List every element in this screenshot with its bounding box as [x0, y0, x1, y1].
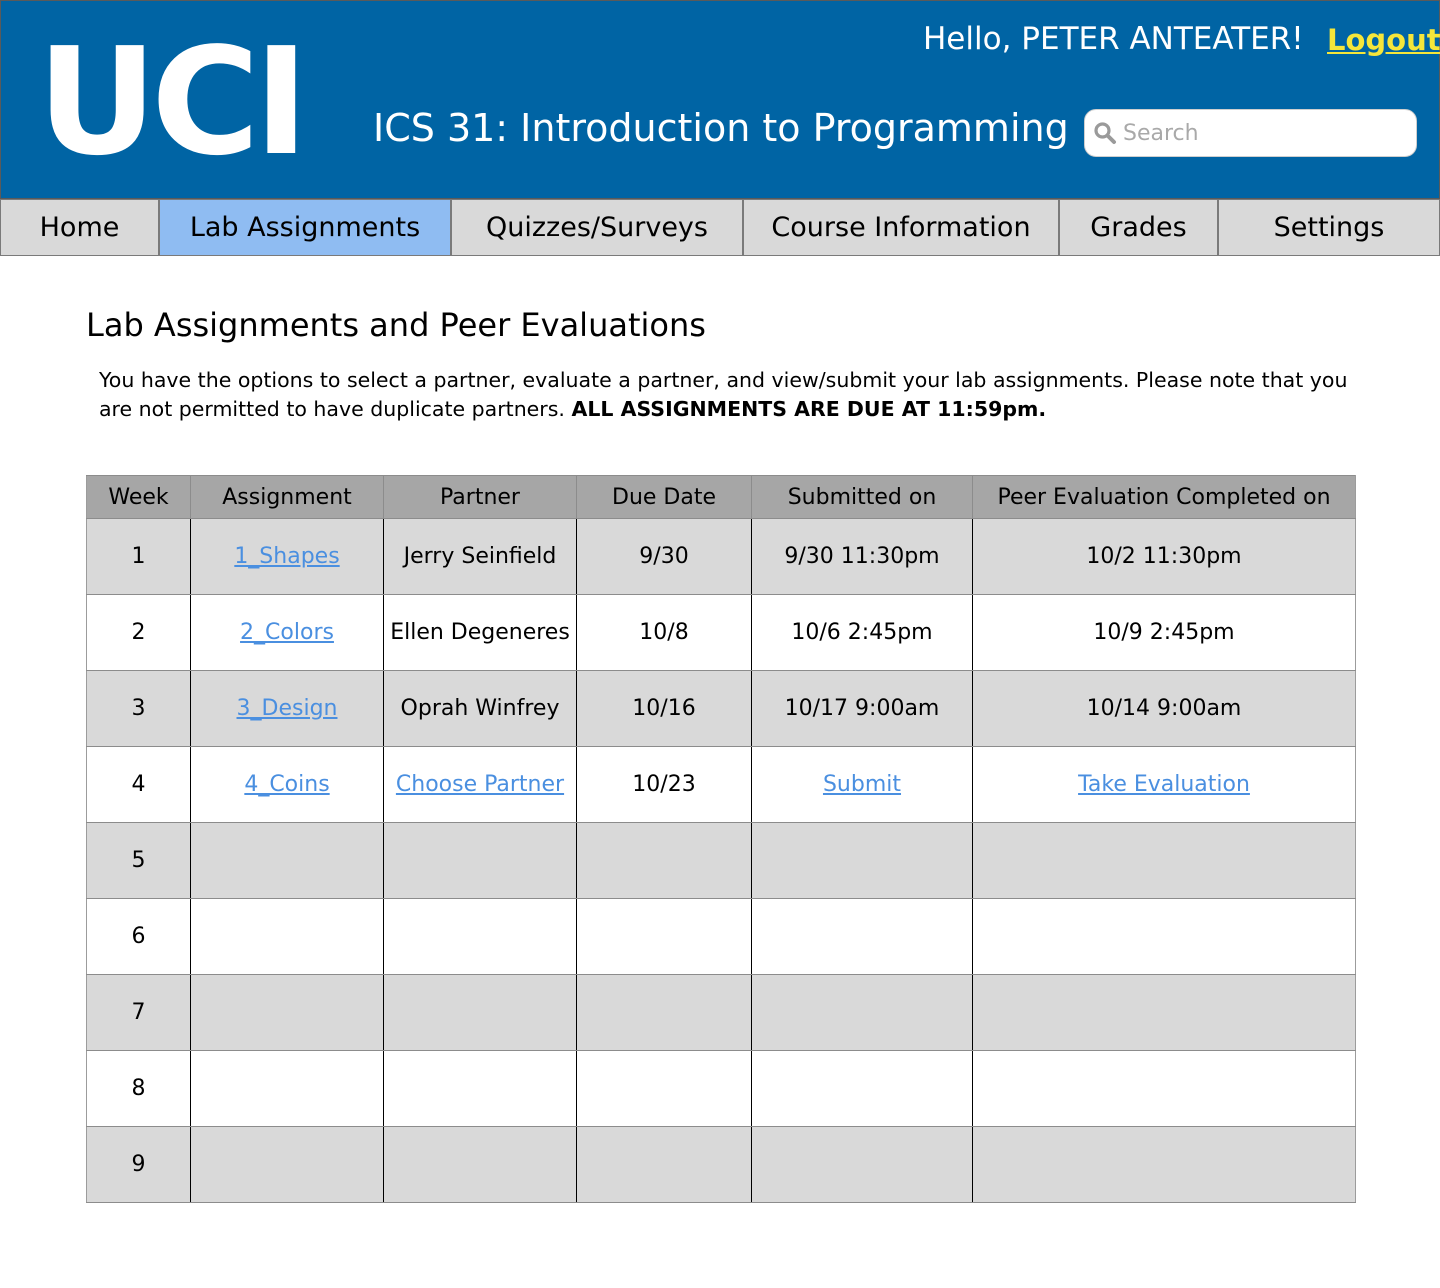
search-icon: [1093, 121, 1117, 145]
evaluation-cell: [972, 898, 1356, 975]
take-evaluation-link[interactable]: Take Evaluation: [1078, 772, 1250, 797]
table-row: 6: [86, 898, 1356, 975]
nav-home[interactable]: Home: [0, 199, 159, 256]
week-cell: 6: [86, 898, 191, 975]
table-row: 9: [86, 1126, 1356, 1203]
due-date-cell: 10/16: [576, 670, 752, 747]
nav-settings[interactable]: Settings: [1218, 199, 1440, 256]
submitted-cell: [751, 822, 973, 899]
site-header: UCI ICS 31: Introduction to Programming …: [0, 0, 1440, 199]
week-cell: 1: [86, 518, 191, 595]
evaluation-cell: [972, 1050, 1356, 1127]
intro-paragraph: You have the options to select a partner…: [99, 366, 1369, 424]
assignment-link[interactable]: 4_Coins: [244, 772, 329, 797]
submitted-cell: [751, 898, 973, 975]
table-row: 3 3_Design Oprah Winfrey 10/16 10/17 9:0…: [86, 670, 1356, 747]
week-cell: 8: [86, 1050, 191, 1127]
evaluation-cell: [972, 822, 1356, 899]
nav-quizzes-surveys[interactable]: Quizzes/Surveys: [451, 199, 743, 256]
partner-cell: [383, 898, 577, 975]
evaluation-cell: [972, 1126, 1356, 1203]
partner-cell: Choose Partner: [383, 746, 577, 823]
due-date-cell: [576, 974, 752, 1051]
submitted-cell: 9/30 11:30pm: [751, 518, 973, 595]
partner-cell: [383, 822, 577, 899]
table-row: 7: [86, 974, 1356, 1051]
partner-cell: Oprah Winfrey: [383, 670, 577, 747]
partner-cell: [383, 1126, 577, 1203]
table-row: 1 1_Shapes Jerry Seinfield 9/30 9/30 11:…: [86, 518, 1356, 595]
assignment-cell: [190, 1126, 384, 1203]
evaluation-cell: Take Evaluation: [972, 746, 1356, 823]
assignment-cell: 1_Shapes: [190, 518, 384, 595]
header-week: Week: [86, 475, 191, 519]
week-cell: 3: [86, 670, 191, 747]
search-box[interactable]: [1084, 109, 1417, 157]
assignment-cell: [190, 974, 384, 1051]
due-date-cell: [576, 822, 752, 899]
table-row: 5: [86, 822, 1356, 899]
nav-course-information[interactable]: Course Information: [743, 199, 1059, 256]
table-header-row: Week Assignment Partner Due Date Submitt…: [86, 475, 1356, 519]
uci-logo[interactable]: UCI: [37, 28, 309, 176]
submit-link[interactable]: Submit: [823, 772, 901, 797]
search-input[interactable]: [1123, 120, 1403, 146]
due-date-cell: 10/8: [576, 594, 752, 671]
assignment-cell: 3_Design: [190, 670, 384, 747]
due-notice: ALL ASSIGNMENTS ARE DUE AT 11:59pm.: [571, 397, 1047, 421]
table-row: 2 2_Colors Ellen Degeneres 10/8 10/6 2:4…: [86, 594, 1356, 671]
due-date-cell: 10/23: [576, 746, 752, 823]
nav-grades[interactable]: Grades: [1059, 199, 1218, 256]
partner-cell: [383, 974, 577, 1051]
table-row: 4 4_Coins Choose Partner 10/23 Submit Ta…: [86, 746, 1356, 823]
assignment-link[interactable]: 2_Colors: [240, 620, 334, 645]
week-cell: 9: [86, 1126, 191, 1203]
assignment-link[interactable]: 1_Shapes: [234, 544, 339, 569]
user-greeting: Hello, PETER ANTEATER!: [923, 21, 1304, 57]
submitted-cell: Submit: [751, 746, 973, 823]
week-cell: 4: [86, 746, 191, 823]
assignment-cell: 2_Colors: [190, 594, 384, 671]
choose-partner-link[interactable]: Choose Partner: [396, 772, 564, 797]
partner-cell: Ellen Degeneres: [383, 594, 577, 671]
nav-lab-assignments[interactable]: Lab Assignments: [159, 199, 451, 256]
submitted-cell: [751, 974, 973, 1051]
header-partner: Partner: [383, 475, 577, 519]
assignment-cell: [190, 898, 384, 975]
assignments-table: Week Assignment Partner Due Date Submitt…: [86, 475, 1356, 1203]
header-peer-evaluation: Peer Evaluation Completed on: [972, 475, 1356, 519]
due-date-cell: 9/30: [576, 518, 752, 595]
week-cell: 5: [86, 822, 191, 899]
assignment-cell: [190, 822, 384, 899]
week-cell: 2: [86, 594, 191, 671]
partner-cell: [383, 1050, 577, 1127]
logout-link[interactable]: Logout: [1327, 21, 1440, 59]
assignment-cell: 4_Coins: [190, 746, 384, 823]
page-title: Lab Assignments and Peer Evaluations: [86, 306, 706, 344]
submitted-cell: 10/6 2:45pm: [751, 594, 973, 671]
course-title: ICS 31: Introduction to Programming: [373, 106, 1069, 150]
evaluation-cell: 10/14 9:00am: [972, 670, 1356, 747]
evaluation-cell: 10/9 2:45pm: [972, 594, 1356, 671]
week-cell: 7: [86, 974, 191, 1051]
due-date-cell: [576, 1126, 752, 1203]
header-submitted-on: Submitted on: [751, 475, 973, 519]
submitted-cell: [751, 1126, 973, 1203]
header-assignment: Assignment: [190, 475, 384, 519]
due-date-cell: [576, 1050, 752, 1127]
evaluation-cell: 10/2 11:30pm: [972, 518, 1356, 595]
evaluation-cell: [972, 974, 1356, 1051]
table-row: 8: [86, 1050, 1356, 1127]
assignment-link[interactable]: 3_Design: [237, 696, 338, 721]
partner-cell: Jerry Seinfield: [383, 518, 577, 595]
due-date-cell: [576, 898, 752, 975]
header-due-date: Due Date: [576, 475, 752, 519]
submitted-cell: 10/17 9:00am: [751, 670, 973, 747]
main-nav: Home Lab Assignments Quizzes/Surveys Cou…: [0, 199, 1440, 256]
submitted-cell: [751, 1050, 973, 1127]
assignment-cell: [190, 1050, 384, 1127]
